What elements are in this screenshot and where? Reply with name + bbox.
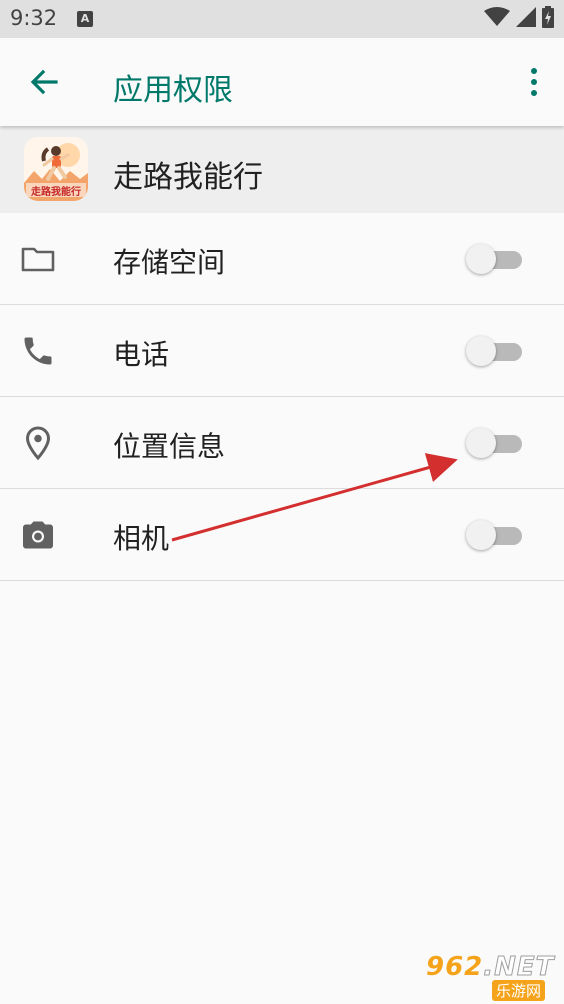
app-name: 走路我能行 <box>113 160 263 195</box>
permission-row-camera[interactable]: 相机 <box>0 489 564 581</box>
camera-toggle[interactable] <box>466 519 526 551</box>
camera-icon <box>20 517 56 553</box>
wifi-icon <box>484 7 510 31</box>
cell-signal-icon <box>516 7 536 31</box>
more-vert-icon <box>531 68 537 96</box>
toggle-thumb <box>466 336 496 366</box>
permission-label: 存储空间 <box>113 246 226 279</box>
battery-charging-icon <box>542 6 554 32</box>
phone-toggle[interactable] <box>466 335 526 367</box>
toggle-thumb <box>466 244 496 274</box>
folder-icon <box>20 241 56 277</box>
app-icon: 走路我能行 <box>24 137 88 201</box>
toggle-thumb <box>466 520 496 550</box>
notification-badge: A <box>77 11 93 27</box>
permission-row-storage[interactable]: 存储空间 <box>0 213 564 305</box>
watermark-brand-number: 962 <box>426 952 484 982</box>
permission-row-location[interactable]: 位置信息 <box>0 397 564 489</box>
status-time: 9:32 <box>10 6 58 30</box>
watermark-brand: 962.NET <box>426 952 555 983</box>
toggle-thumb <box>466 428 496 458</box>
phone-icon <box>20 333 56 369</box>
arrow-back-icon <box>30 69 58 95</box>
more-options-button[interactable] <box>524 64 544 100</box>
location-toggle[interactable] <box>466 427 526 459</box>
app-header: 走路我能行 走路我能行 <box>0 126 564 213</box>
watermark-subtitle: 乐游网 <box>492 980 546 1001</box>
storage-toggle[interactable] <box>466 243 526 275</box>
back-button[interactable] <box>26 64 62 100</box>
app-icon-text: 走路我能行 <box>31 187 81 198</box>
watermark-logo: 962.NET 乐游网 <box>426 952 558 1001</box>
permission-label: 相机 <box>113 522 170 555</box>
page-title: 应用权限 <box>113 73 233 108</box>
status-bar: 9:32 A <box>0 0 564 38</box>
permission-label: 位置信息 <box>113 430 226 463</box>
app-bar: 应用权限 <box>0 38 564 126</box>
location-pin-icon <box>20 425 56 461</box>
permission-row-phone[interactable]: 电话 <box>0 305 564 397</box>
watermark-brand-suffix: .NET <box>483 952 555 983</box>
status-icons <box>484 6 554 32</box>
permission-label: 电话 <box>113 338 170 371</box>
